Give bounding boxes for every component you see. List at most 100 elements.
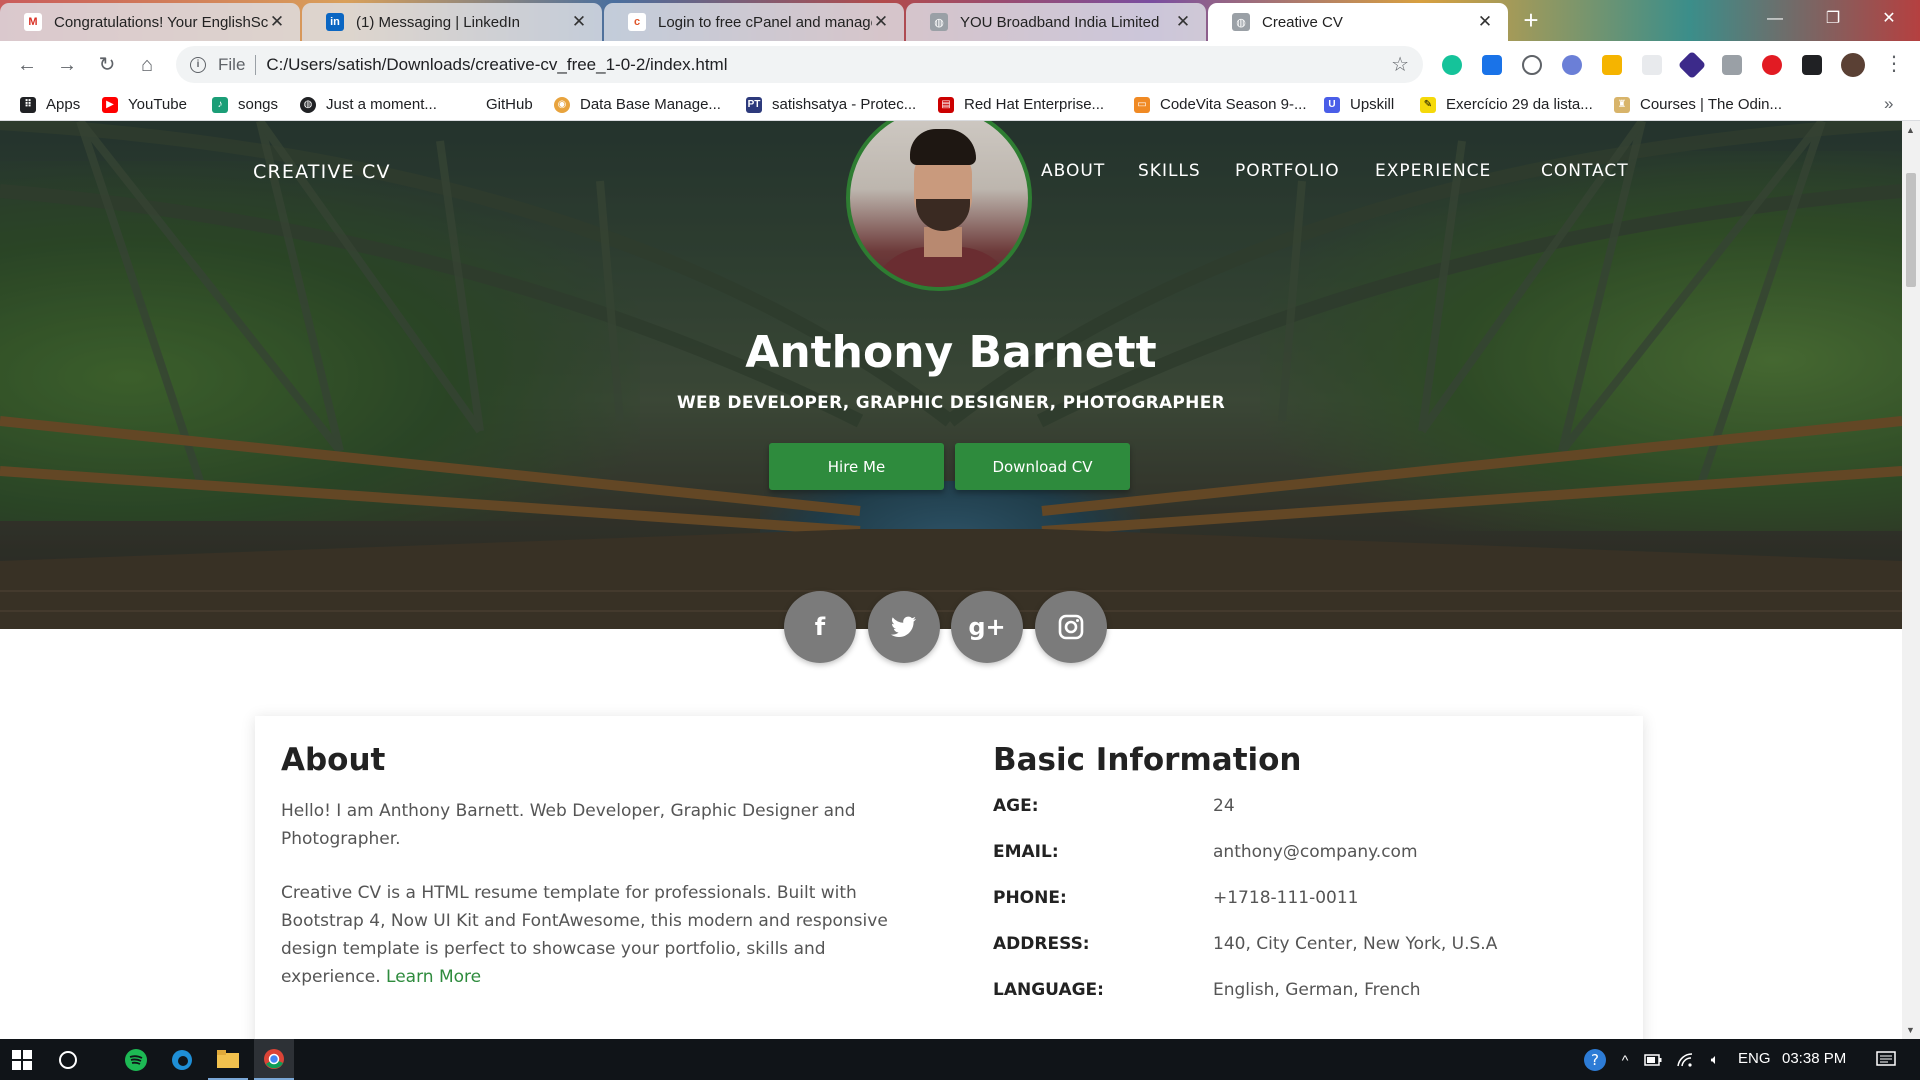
forward-icon[interactable]: → (52, 50, 82, 80)
grammarly-icon[interactable] (1442, 55, 1462, 75)
gmail-icon: M (24, 13, 42, 31)
bookmark-apps[interactable]: ⠿ Apps (20, 88, 80, 121)
notifications-icon[interactable] (1866, 1039, 1906, 1080)
hire-me-button[interactable]: Hire Me (769, 443, 944, 490)
close-icon[interactable]: ✕ (1174, 12, 1192, 32)
info-phone-label: PHONE: (993, 888, 1067, 908)
bookmark-github[interactable]: GitHub (486, 88, 533, 121)
tab-gmail[interactable]: M Congratulations! Your EnglishSc ✕ (0, 3, 300, 41)
address-bar[interactable]: i File C:/Users/satish/Downloads/creativ… (176, 46, 1423, 83)
close-icon[interactable]: ✕ (872, 12, 890, 32)
browser-toolbar: ← → ↻ ⌂ i File C:/Users/satish/Downloads… (0, 41, 1920, 88)
bookmark-songs[interactable]: ♪ songs (212, 88, 278, 121)
bookmark-odin[interactable]: ♜ Courses | The Odin... (1614, 88, 1782, 121)
volume-icon[interactable]: 🔈︎ (1702, 1039, 1728, 1080)
spotify-icon[interactable] (116, 1039, 156, 1080)
edge-icon[interactable] (162, 1039, 202, 1080)
tab-title: Creative CV (1262, 13, 1343, 31)
minimize-button[interactable]: — (1752, 0, 1798, 38)
tab-title: (1) Messaging | LinkedIn (356, 13, 520, 31)
windows-start-icon[interactable] (0, 1039, 44, 1080)
globe-icon: ◍ (1232, 13, 1250, 31)
upskill-icon: U (1324, 96, 1340, 113)
extension-icon[interactable] (1642, 55, 1662, 75)
twitter-icon[interactable] (868, 591, 940, 663)
bookmark-label: GitHub (486, 96, 533, 113)
lock-extension-icon[interactable] (1602, 55, 1622, 75)
avatar[interactable] (1841, 53, 1865, 77)
google-plus-icon[interactable]: g+ (951, 591, 1023, 663)
bookmark-redhat[interactable]: ▤ Red Hat Enterprise... (938, 88, 1104, 121)
tab-cpanel[interactable]: c Login to free cPanel and manage ✕ (604, 3, 904, 41)
cloud-icon[interactable] (1522, 55, 1542, 75)
translate-icon[interactable] (1482, 55, 1502, 75)
scrollbar-thumb[interactable] (1906, 173, 1916, 287)
tab-broadband[interactable]: ◍ YOU Broadband India Limited ✕ (906, 3, 1206, 41)
bookmark-upskill[interactable]: U Upskill (1324, 88, 1394, 121)
scrollbar[interactable]: ▲ ▼ (1902, 121, 1920, 1039)
cast-icon[interactable] (1722, 55, 1742, 75)
redhat-icon: ▤ (938, 96, 954, 113)
bookmark-just-a-moment[interactable]: ◍ Just a moment... (300, 88, 437, 121)
nav-experience[interactable]: EXPERIENCE (1375, 161, 1491, 181)
info-icon[interactable]: i (190, 56, 206, 73)
bookmark-youtube[interactable]: ▶ YouTube (102, 88, 187, 121)
bookmark-label: Data Base Manage... (580, 96, 721, 113)
bookmark-protec[interactable]: PT satishsatya - Protec... (746, 88, 916, 121)
wifi-icon[interactable] (1672, 1039, 1698, 1080)
diamond-extension-icon[interactable] (1677, 50, 1707, 80)
nav-contact[interactable]: CONTACT (1541, 161, 1629, 181)
opera-icon[interactable] (1762, 55, 1782, 75)
url-scheme: File (218, 54, 246, 74)
close-icon[interactable]: ✕ (1476, 12, 1494, 32)
tab-linkedin[interactable]: in (1) Messaging | LinkedIn ✕ (302, 3, 602, 41)
new-tab-button[interactable]: + (1516, 6, 1546, 36)
close-icon[interactable]: ✕ (268, 12, 286, 32)
clock[interactable]: 03:38 PM (1782, 1050, 1846, 1067)
about-intro: Hello! I am Anthony Barnett. Web Develop… (281, 801, 856, 849)
menu-icon[interactable]: ⋮ (1884, 51, 1904, 76)
pt-icon: PT (746, 96, 762, 113)
apps-grid-icon: ⠿ (20, 96, 36, 113)
bookmark-database[interactable]: ◉ Data Base Manage... (554, 88, 721, 121)
globe-icon: ◍ (930, 13, 948, 31)
site-brand[interactable]: CREATIVE CV (253, 161, 391, 183)
puzzle-icon[interactable] (1802, 55, 1822, 75)
bookmarks-bar: ⠿ Apps ▶ YouTube ♪ songs ◍ Just a moment… (0, 88, 1920, 121)
tab-title: Congratulations! Your EnglishSc (54, 13, 268, 31)
facebook-icon[interactable]: f (784, 591, 856, 663)
nav-about[interactable]: ABOUT (1041, 161, 1105, 181)
instagram-icon[interactable] (1035, 591, 1107, 663)
extension-mask-icon[interactable] (1562, 55, 1582, 75)
tab-creative-cv[interactable]: ◍ Creative CV ✕ (1208, 3, 1508, 41)
language-indicator[interactable]: ENG (1738, 1050, 1771, 1067)
back-icon[interactable]: ← (12, 50, 42, 80)
search-icon[interactable] (48, 1039, 88, 1080)
download-cv-button[interactable]: Download CV (955, 443, 1130, 490)
more-bookmarks-icon[interactable]: » (1884, 94, 1893, 114)
chevron-up-icon[interactable]: ^ (1614, 1039, 1636, 1080)
nav-skills[interactable]: SKILLS (1138, 161, 1201, 181)
url-text[interactable]: C:/Users/satish/Downloads/creative-cv_fr… (266, 55, 1391, 75)
close-icon[interactable]: ✕ (570, 12, 588, 32)
restore-button[interactable]: ❐ (1810, 0, 1856, 38)
chrome-icon[interactable] (254, 1039, 294, 1080)
bookmark-star-icon[interactable]: ☆ (1391, 52, 1409, 77)
nav-portfolio[interactable]: PORTFOLIO (1235, 161, 1340, 181)
help-icon[interactable]: ? (1578, 1039, 1612, 1080)
profile-roles: WEB DEVELOPER, GRAPHIC DESIGNER, PHOTOGR… (676, 393, 1226, 413)
home-icon[interactable]: ⌂ (132, 50, 162, 80)
learn-more-link[interactable]: Learn More (386, 967, 481, 987)
cpanel-icon: c (628, 13, 646, 31)
database-icon: ◉ (554, 96, 570, 113)
scroll-up-icon[interactable]: ▲ (1906, 125, 1915, 135)
bookmark-label: CodeVita Season 9-... (1160, 96, 1307, 113)
battery-icon[interactable] (1640, 1039, 1666, 1080)
file-explorer-icon[interactable] (208, 1039, 248, 1080)
close-window-button[interactable]: ✕ (1866, 0, 1912, 38)
bookmark-label: satishsatya - Protec... (772, 96, 917, 113)
bookmark-exercicio[interactable]: ✎ Exercício 29 da lista... (1420, 88, 1593, 121)
bookmark-codevita[interactable]: ▭ CodeVita Season 9-... (1134, 88, 1306, 121)
reload-icon[interactable]: ↻ (92, 50, 122, 80)
scroll-down-icon[interactable]: ▼ (1906, 1025, 1915, 1035)
